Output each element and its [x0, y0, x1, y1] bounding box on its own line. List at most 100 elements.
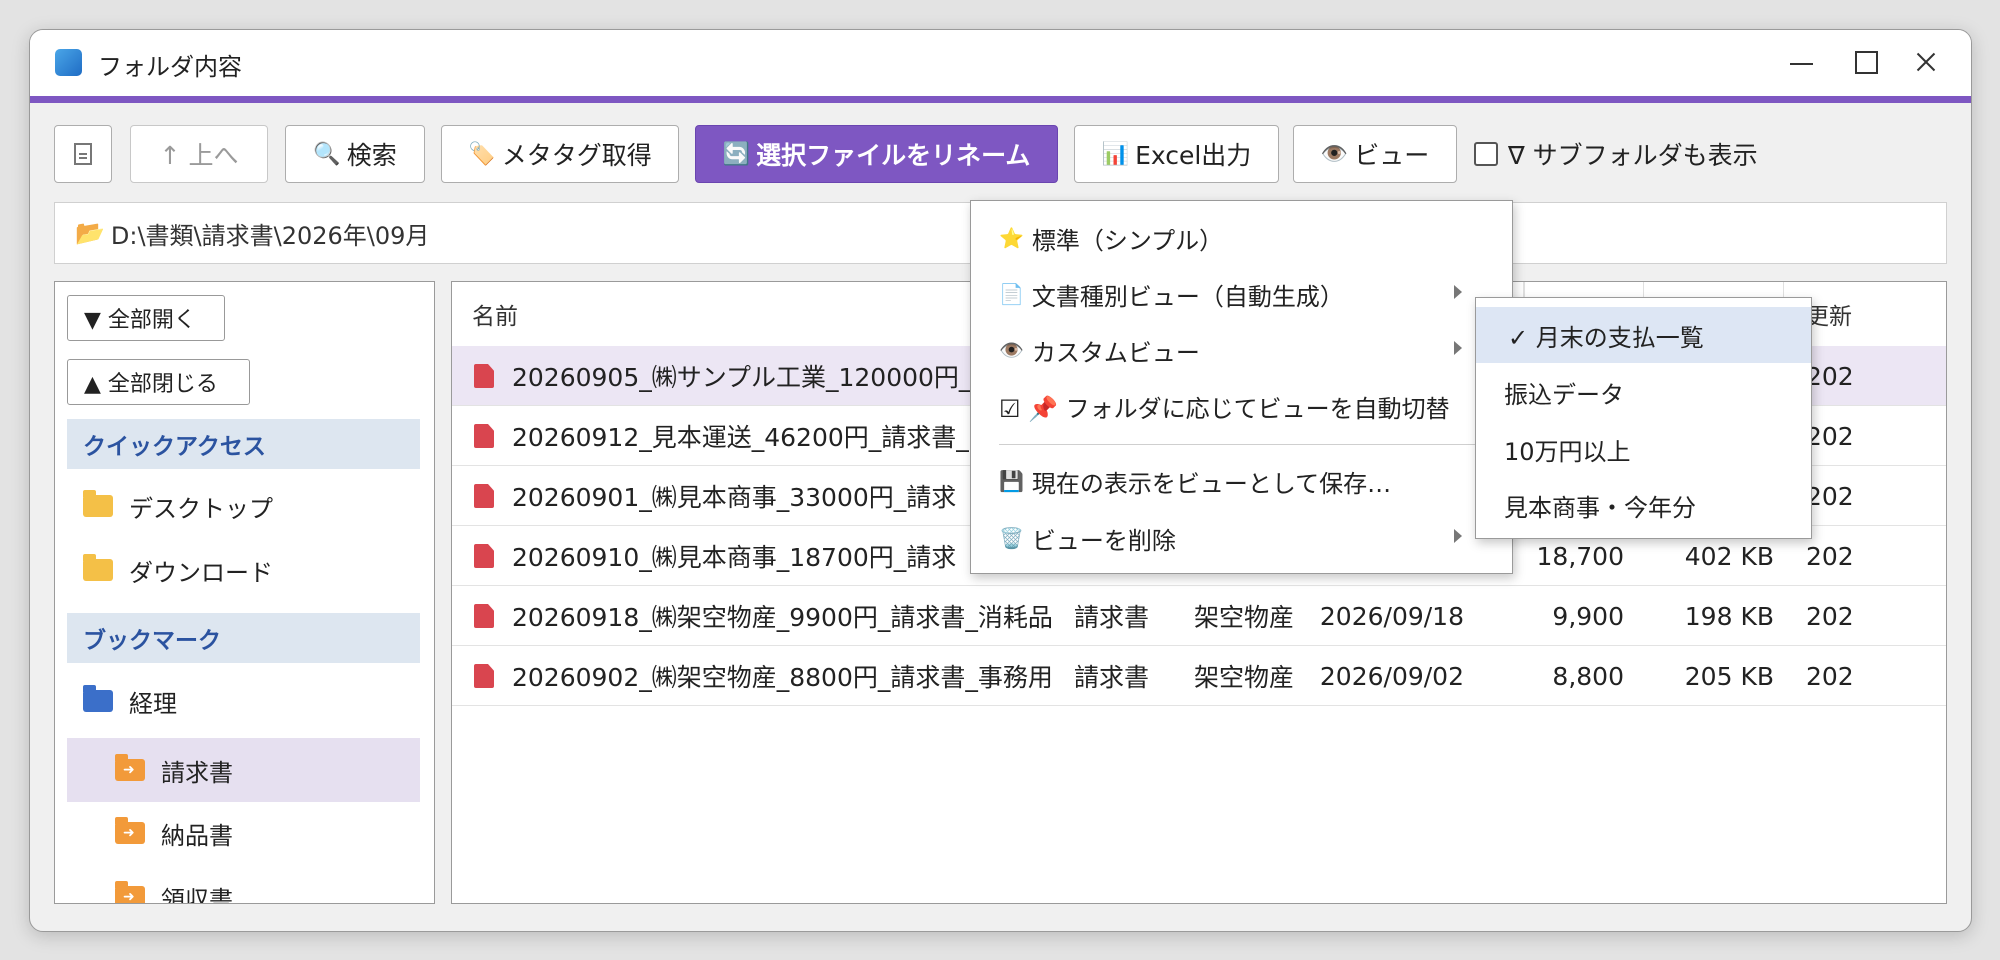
folder-tree: ▼ 全部開く ▲ 全部閉じる クイックアクセス デスクトップ ダウンロード ブッ…: [54, 281, 435, 904]
folder-shortcut-icon: [115, 754, 145, 781]
folder-icon: [83, 490, 113, 517]
accent-bar: [30, 96, 1971, 103]
file-date: 2026/09/18: [1319, 601, 1464, 631]
view-button-label: ビュー: [1354, 141, 1430, 170]
file-size: 205 KB: [1684, 661, 1774, 691]
menu-item-doctype-view[interactable]: 📄 文書種別ビュー（自動生成）: [971, 266, 1512, 322]
submenu-item-over-100k[interactable]: 10万円以上: [1476, 421, 1811, 477]
subfolder-toggle[interactable]: ∇ サブフォルダも表示: [1474, 138, 1758, 170]
star-icon: ⭐: [999, 226, 1024, 250]
file-row[interactable]: 20260918_㈱架空物産_9900円_請求書_消耗品 請求書 架空物産 20…: [452, 586, 1946, 646]
folder-icon: [83, 685, 113, 712]
tree-item-invoices[interactable]: 請求書: [67, 738, 420, 802]
folder-shortcut-icon: [115, 817, 145, 844]
eye-icon: 👁️: [1320, 141, 1349, 167]
tree-item-label: 納品書: [161, 821, 233, 850]
maximize-button[interactable]: [1845, 42, 1885, 82]
menu-separator: [999, 444, 1487, 445]
file-modified: 202: [1806, 481, 1854, 511]
rename-button-label: 選択ファイルをリネーム: [756, 141, 1031, 170]
minimize-button[interactable]: [1781, 42, 1821, 82]
custom-view-submenu: ✓ 月末の支払一覧 振込データ 10万円以上 見本商事・今年分: [1475, 297, 1812, 539]
tree-item-desktop[interactable]: デスクトップ: [67, 475, 420, 537]
file-modified: 202: [1806, 661, 1854, 691]
pdf-icon: [474, 604, 494, 628]
excel-export-button[interactable]: 📊 Excel出力: [1074, 125, 1279, 183]
menu-item-delete-view[interactable]: 🗑️ ビューを削除: [971, 510, 1512, 566]
refresh-icon: 🔄: [722, 141, 751, 167]
metatag-button[interactable]: 🏷️ メタタグ取得: [441, 125, 679, 183]
file-name: 20260905_㈱サンプル工業_120000円_: [512, 363, 972, 392]
file-name: 20260902_㈱架空物産_8800円_請求書_事務用: [512, 663, 1053, 692]
submenu-arrow-icon: [1454, 529, 1462, 543]
file-name: 20260918_㈱架空物産_9900円_請求書_消耗品: [512, 603, 1053, 632]
submenu-item-transfer[interactable]: 振込データ: [1476, 364, 1811, 420]
menu-item-label: 文書種別ビュー（自動生成）: [1031, 282, 1344, 311]
file-type: 請求書: [1074, 663, 1150, 692]
column-header-modified-label: 更新: [1806, 304, 1852, 330]
menu-item-standard[interactable]: ⭐ 標準（シンプル）: [971, 210, 1512, 266]
excel-button-label: Excel出力: [1135, 141, 1252, 170]
open-folder-icon: 📂: [75, 219, 105, 247]
menu-item-save-view[interactable]: 💾 現在の表示をビューとして保存…: [971, 453, 1512, 509]
search-icon: 🔍: [313, 141, 341, 167]
menu-item-label: カスタムビュー: [1031, 338, 1200, 367]
submenu-item-month-end[interactable]: ✓ 月末の支払一覧: [1476, 307, 1811, 363]
view-menu: ⭐ 標準（シンプル） 📄 文書種別ビュー（自動生成） 👁️ カスタムビュー ☑ …: [970, 200, 1513, 574]
file-row[interactable]: 20260902_㈱架空物産_8800円_請求書_事務用 請求書 架空物産 20…: [452, 646, 1946, 706]
search-button-label: 検索: [346, 141, 397, 170]
file-name: 20260910_㈱見本商事_18700円_請求: [512, 543, 957, 572]
tree-item-receipts[interactable]: 領収書: [67, 866, 420, 903]
submenu-arrow-icon: [1454, 341, 1462, 355]
pdf-icon: [474, 664, 494, 688]
tree-item-delivery-notes[interactable]: 納品書: [67, 802, 420, 864]
pdf-icon: [474, 484, 494, 508]
new-document-button[interactable]: [54, 125, 112, 183]
menu-item-label: ☑ 📌 フォルダに応じてビューを自動切替: [999, 394, 1450, 423]
menu-item-custom-view[interactable]: 👁️ カスタムビュー: [971, 322, 1512, 378]
file-modified: 202: [1806, 361, 1854, 391]
close-button[interactable]: [1906, 42, 1946, 82]
submenu-arrow-icon: [1454, 285, 1462, 299]
menu-item-label: ビューを削除: [1031, 526, 1176, 555]
folder-shortcut-icon: [115, 881, 145, 903]
tag-icon: 🏷️: [468, 141, 496, 167]
tree-item-label: 経理: [129, 689, 177, 718]
menu-item-auto-switch[interactable]: ☑ 📌 フォルダに応じてビューを自動切替: [971, 378, 1512, 434]
bookmark-header: ブックマーク: [67, 613, 420, 663]
file-name: 20260912_見本運送_46200円_請求書_: [512, 423, 969, 452]
collapse-all-button[interactable]: ▲ 全部閉じる: [67, 359, 250, 405]
file-amount: 9,900: [1552, 601, 1624, 631]
tree-item-downloads[interactable]: ダウンロード: [67, 539, 420, 601]
file-name-cell: 20260918_㈱架空物産_9900円_請求書_消耗品: [474, 586, 1070, 646]
eye-icon: 👁️: [999, 338, 1024, 362]
document-icon: [74, 143, 92, 165]
path-value: D:\書類\請求書\2026年\09月: [110, 221, 430, 250]
window-title: フォルダ内容: [98, 53, 242, 81]
tree-item-label: ダウンロード: [129, 558, 273, 587]
rename-selected-button[interactable]: 🔄 選択ファイルをリネーム: [695, 125, 1058, 183]
document-icon: 📄: [999, 282, 1024, 306]
search-button[interactable]: 🔍 検索: [285, 125, 425, 183]
view-button[interactable]: 👁️ ビュー: [1293, 125, 1457, 183]
file-size: 198 KB: [1684, 601, 1774, 631]
subfolder-checkbox[interactable]: [1474, 142, 1498, 166]
file-modified: 202: [1806, 541, 1854, 571]
tree-item-label: 請求書: [161, 758, 233, 787]
pdf-icon: [474, 364, 494, 388]
menu-item-label: 現在の表示をビューとして保存…: [1031, 469, 1392, 498]
pdf-icon: [474, 424, 494, 448]
submenu-item-mihon-this-year[interactable]: 見本商事・今年分: [1476, 477, 1811, 533]
save-icon: 💾: [999, 469, 1024, 493]
title-bar: フォルダ内容: [30, 30, 1971, 96]
pdf-icon: [474, 544, 494, 568]
menu-item-label: 標準（シンプル）: [1031, 226, 1224, 255]
file-modified: 202: [1806, 601, 1854, 631]
expand-all-button[interactable]: ▼ 全部開く: [67, 295, 225, 341]
tree-item-accounting[interactable]: 経理: [67, 670, 420, 732]
file-amount: 8,800: [1552, 661, 1624, 691]
quick-access-header: クイックアクセス: [67, 419, 420, 469]
column-header-name-label: 名前: [472, 304, 518, 330]
metatag-button-label: メタタグ取得: [501, 141, 652, 170]
up-button[interactable]: ↑ 上へ: [130, 125, 268, 183]
